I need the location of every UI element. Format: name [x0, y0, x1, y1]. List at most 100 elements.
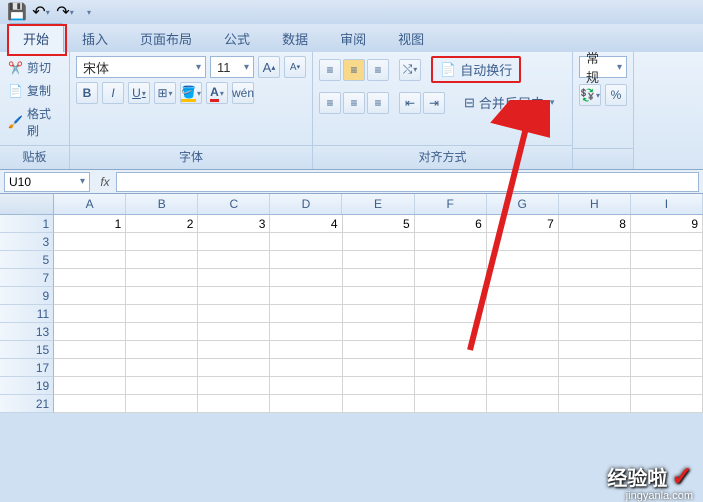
cell[interactable]	[487, 305, 559, 323]
cell[interactable]	[126, 233, 198, 251]
cell[interactable]	[559, 269, 631, 287]
cell[interactable]	[487, 251, 559, 269]
cell[interactable]	[198, 269, 270, 287]
column-header[interactable]: I	[631, 194, 703, 214]
cell[interactable]	[126, 395, 198, 413]
row-header[interactable]: 9	[0, 287, 54, 305]
cell[interactable]	[54, 305, 126, 323]
cell[interactable]	[54, 341, 126, 359]
cell[interactable]	[559, 287, 631, 305]
cell[interactable]	[126, 377, 198, 395]
decrease-indent-button[interactable]: ⇤	[399, 92, 421, 114]
cell[interactable]	[343, 341, 415, 359]
cell[interactable]: 2	[126, 215, 198, 233]
underline-button[interactable]: U	[128, 82, 150, 104]
cell[interactable]	[270, 341, 342, 359]
cell[interactable]	[415, 323, 487, 341]
column-header[interactable]: D	[270, 194, 342, 214]
cell[interactable]	[270, 359, 342, 377]
cell[interactable]	[126, 323, 198, 341]
cell[interactable]: 7	[487, 215, 559, 233]
cell[interactable]	[343, 233, 415, 251]
cell[interactable]	[126, 251, 198, 269]
row-header[interactable]: 21	[0, 395, 54, 413]
cell[interactable]	[270, 323, 342, 341]
cell[interactable]	[559, 395, 631, 413]
formula-input[interactable]	[116, 172, 699, 192]
cell[interactable]	[559, 323, 631, 341]
align-top-button[interactable]: ≡	[319, 59, 341, 81]
cell[interactable]	[54, 377, 126, 395]
align-bottom-button[interactable]: ≡	[367, 59, 389, 81]
bold-button[interactable]: B	[76, 82, 98, 104]
tab-data[interactable]: 数据	[268, 24, 322, 52]
cell[interactable]: 6	[415, 215, 487, 233]
cell[interactable]	[559, 359, 631, 377]
font-name-select[interactable]: 宋体	[76, 56, 206, 78]
align-left-button[interactable]: ≡	[319, 92, 341, 114]
cell[interactable]	[631, 395, 703, 413]
tab-review[interactable]: 审阅	[326, 24, 380, 52]
percent-button[interactable]: %	[605, 84, 627, 106]
cell[interactable]: 4	[270, 215, 342, 233]
increase-indent-button[interactable]: ⇥	[423, 92, 445, 114]
cell[interactable]	[270, 377, 342, 395]
format-painter-button[interactable]: 🖌️格式刷	[6, 102, 63, 142]
border-button[interactable]: ⊞	[154, 82, 176, 104]
cell[interactable]	[631, 269, 703, 287]
cell[interactable]	[270, 305, 342, 323]
increase-font-button[interactable]: A▴	[258, 56, 280, 78]
cell[interactable]	[559, 305, 631, 323]
cell[interactable]	[126, 287, 198, 305]
cell[interactable]	[415, 233, 487, 251]
cell[interactable]	[54, 287, 126, 305]
cell[interactable]	[487, 233, 559, 251]
cell[interactable]	[631, 287, 703, 305]
cell[interactable]	[198, 341, 270, 359]
cell[interactable]	[559, 233, 631, 251]
font-color-button[interactable]: A	[206, 82, 228, 104]
cell[interactable]	[198, 233, 270, 251]
row-header[interactable]: 7	[0, 269, 54, 287]
qat-customize[interactable]: ▾	[78, 2, 100, 22]
merge-center-button[interactable]: ⊟合并后居中	[455, 89, 563, 116]
cell[interactable]	[198, 305, 270, 323]
cell[interactable]	[631, 323, 703, 341]
cell[interactable]	[631, 233, 703, 251]
cell[interactable]	[343, 269, 415, 287]
name-box[interactable]: U10	[4, 172, 90, 192]
cell[interactable]	[198, 323, 270, 341]
cell[interactable]	[415, 287, 487, 305]
cell[interactable]	[559, 251, 631, 269]
number-format-select[interactable]: 常规	[579, 56, 627, 78]
cell[interactable]	[54, 323, 126, 341]
cell[interactable]	[487, 269, 559, 287]
redo-button[interactable]: ↷▾	[54, 2, 76, 22]
row-header[interactable]: 11	[0, 305, 54, 323]
cell[interactable]	[631, 377, 703, 395]
cell[interactable]	[343, 323, 415, 341]
cell[interactable]	[343, 395, 415, 413]
cell[interactable]	[487, 287, 559, 305]
cell[interactable]	[198, 377, 270, 395]
cell[interactable]	[126, 269, 198, 287]
cell[interactable]	[559, 377, 631, 395]
decrease-font-button[interactable]: A▾	[284, 56, 306, 78]
cell[interactable]	[343, 377, 415, 395]
save-button[interactable]: 💾	[6, 2, 28, 22]
cell[interactable]	[343, 287, 415, 305]
cell[interactable]	[631, 359, 703, 377]
cell[interactable]	[487, 323, 559, 341]
align-middle-button[interactable]: ≡	[343, 59, 365, 81]
tab-insert[interactable]: 插入	[68, 24, 122, 52]
fx-button[interactable]: fx	[94, 175, 116, 189]
cell[interactable]	[559, 341, 631, 359]
cell[interactable]	[54, 251, 126, 269]
tab-formula[interactable]: 公式	[210, 24, 264, 52]
row-header[interactable]: 19	[0, 377, 54, 395]
select-all-corner[interactable]	[0, 194, 54, 214]
cell[interactable]	[415, 359, 487, 377]
align-center-button[interactable]: ≡	[343, 92, 365, 114]
wrap-text-button[interactable]: 📄自动换行	[431, 56, 521, 83]
cell[interactable]	[487, 341, 559, 359]
